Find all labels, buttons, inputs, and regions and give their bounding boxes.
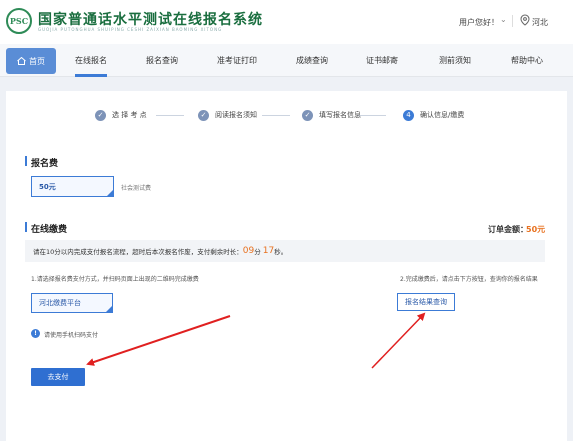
- step-3: ✓ 填写报名信息: [302, 108, 361, 122]
- fee-section-title: 报名费: [31, 159, 59, 169]
- selected-corner-icon: [105, 305, 113, 313]
- check-icon: ✓: [198, 109, 209, 121]
- user-greeting[interactable]: 用户您好！: [459, 17, 499, 28]
- timer-sec-unit: 秒。: [274, 248, 288, 256]
- fee-option[interactable]: 50元: [31, 176, 114, 197]
- notice-text: 请在10分以内完成支付报名流程，超时后本次报名作废，支付剩余时长：: [33, 248, 243, 256]
- check-icon: ✓: [302, 109, 313, 121]
- home-icon: [17, 57, 26, 65]
- step-2: ✓ 阅读报名须知: [198, 108, 257, 122]
- step-label: 阅读报名须知: [215, 111, 257, 119]
- nav-registration-query[interactable]: 报名查询: [140, 44, 184, 77]
- result-instruction: 2.完成缴费后，请点击下方按钮，查询你的报名结果: [400, 276, 538, 283]
- header: PSC 国家普通话水平测试在线报名系统 GUOJIA PUTONGHUA SHU…: [0, 0, 573, 44]
- nav-pretest-notice[interactable]: 测前须知: [433, 44, 477, 77]
- timer-min-unit: 分: [254, 248, 261, 256]
- site-title: 国家普通话水平测试在线报名系统: [38, 12, 263, 28]
- registration-result-button[interactable]: 报名结果查询: [397, 293, 455, 311]
- step-number: 4: [403, 109, 414, 121]
- check-icon: ✓: [95, 109, 106, 121]
- site-subtitle: GUOJIA PUTONGHUA SHUIPING CESHI ZAIXIAN …: [38, 27, 223, 32]
- main-card: [6, 91, 567, 441]
- step-1: ✓ 选 择 考 点: [95, 108, 147, 122]
- header-divider: [512, 15, 513, 27]
- scan-pay-hint: 请使用手机扫码支付: [44, 332, 99, 339]
- payment-instruction: 1.请选择报名费支付方式，并扫码页面上出现的二维码完成缴费: [31, 276, 199, 283]
- location-text[interactable]: 河北: [532, 17, 548, 28]
- nav-help-center[interactable]: 帮助中心: [505, 44, 549, 77]
- nav-online-registration[interactable]: 在线报名: [71, 44, 111, 77]
- main-nav: 首页 在线报名 报名查询 准考证打印 成绩查询 证书邮寄 测前须知 帮助中心: [0, 44, 573, 77]
- nav-home[interactable]: 首页: [6, 48, 56, 74]
- pay-button[interactable]: 去支付: [31, 368, 85, 386]
- order-amount-value: 50元: [526, 225, 546, 234]
- nav-score-query[interactable]: 成绩查询: [290, 44, 334, 77]
- psc-logo: PSC: [6, 8, 32, 34]
- nav-active-indicator: [75, 74, 107, 77]
- nav-home-label: 首页: [29, 56, 45, 66]
- section-marker: [25, 222, 27, 232]
- order-amount-label: 订单金额：: [488, 225, 528, 234]
- info-icon: !: [31, 329, 40, 338]
- location-icon: [520, 14, 530, 26]
- fee-note: 社会测试费: [121, 185, 152, 192]
- step-connector: [156, 115, 184, 116]
- nav-admission-print[interactable]: 准考证打印: [212, 44, 262, 77]
- payment-platform-option[interactable]: 河北缴费平台: [31, 293, 113, 313]
- step-4: 4 确认信息/缴费: [403, 108, 464, 122]
- timer-seconds: 17: [262, 246, 275, 256]
- payment-section-title: 在线缴费: [31, 225, 68, 235]
- timer-minutes: 09: [242, 246, 255, 256]
- section-marker: [25, 156, 27, 166]
- selected-corner-icon: [106, 189, 114, 197]
- step-label: 确认信息/缴费: [420, 111, 465, 119]
- logo-text: PSC: [9, 16, 29, 26]
- step-connector: [262, 115, 290, 116]
- payment-timer-notice: 请在10分以内完成支付报名流程，超时后本次报名作废，支付剩余时长： 09 分 1…: [25, 240, 545, 262]
- step-connector: [358, 115, 386, 116]
- chevron-down-icon[interactable]: ⌄: [500, 15, 507, 24]
- nav-certificate-mail[interactable]: 证书邮寄: [360, 44, 404, 77]
- step-label: 填写报名信息: [319, 111, 361, 119]
- step-label: 选 择 考 点: [112, 111, 147, 119]
